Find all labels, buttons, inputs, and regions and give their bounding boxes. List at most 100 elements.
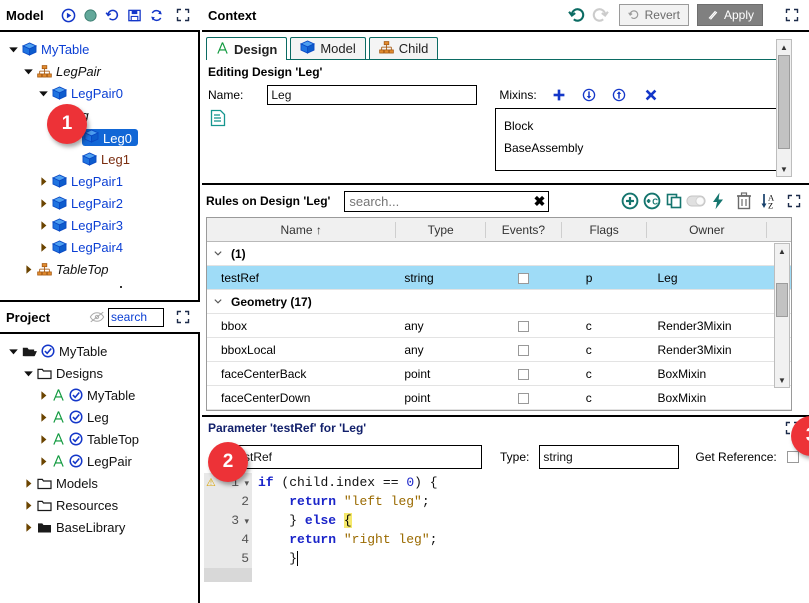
checkbox[interactable] [518,272,530,284]
checkbox[interactable] [518,344,530,356]
context-tabs[interactable]: Design Model Child [206,36,776,60]
model-tree-item-legpair2[interactable]: LegPair2 [0,192,198,214]
fold-toggle-icon[interactable]: ▾ [239,479,249,489]
mixin-item[interactable]: BaseAssembly [504,137,771,159]
project-tree-item-legpair[interactable]: LegPair [0,450,198,472]
selected-tree-item[interactable]: Leg0 [82,128,138,146]
chevron-right-icon[interactable] [36,196,50,210]
mixins-list[interactable]: Block BaseAssembly [495,108,780,171]
project-tree-item-leg[interactable]: Leg [0,406,198,428]
model-tree-item-legpair1[interactable]: LegPair1 [0,170,198,192]
sort-az-icon[interactable]: AZ [760,191,782,211]
scroll-up-arrow[interactable]: ▲ [775,244,789,258]
checkbox[interactable] [518,392,530,404]
clear-search-icon[interactable]: ✖ [534,193,546,209]
project-search-input[interactable] [108,307,164,327]
expand-icon[interactable] [173,5,193,25]
warning-icon[interactable]: ⚠ [206,478,216,490]
chevron-right-icon[interactable] [36,410,50,424]
rules-group-header[interactable]: (1) [207,242,791,266]
rule-events-checkbox[interactable] [486,266,562,290]
undo-icon[interactable] [568,5,588,25]
chevron-right-icon[interactable] [36,240,50,254]
code-line[interactable]: return "right leg"; [258,530,809,549]
table-row[interactable]: faceCenterBack point c BoxMixin [207,362,791,386]
move-down-icon[interactable] [579,85,599,105]
rule-events-checkbox[interactable] [486,338,562,362]
chevron-down-icon[interactable] [213,295,223,309]
rules-search-input[interactable] [344,190,550,212]
scroll-thumb[interactable] [776,283,788,317]
checkbox[interactable] [518,320,530,332]
scroll-thumb[interactable] [778,55,790,149]
toggle-icon[interactable] [686,191,706,211]
rules-scrollbar[interactable]: ▲ ▼ [774,243,790,388]
duplicate-rule-icon[interactable] [664,191,684,211]
column-header-type[interactable]: Type [396,221,487,238]
parameter-name-input[interactable] [230,445,482,469]
rules-search[interactable]: ✖ [344,190,550,212]
chevron-down-icon[interactable] [213,247,223,261]
model-tree-item-legpair0[interactable]: LegPair0 [0,82,198,104]
chevron-right-icon[interactable] [21,520,35,534]
project-tree-item-tabletop[interactable]: TableTop [0,428,198,450]
code-line[interactable]: } [258,549,809,568]
model-tree-item-legpair[interactable]: LegPair [0,60,198,82]
model-tree-item-mytable[interactable]: MyTable [0,38,198,60]
tab-child[interactable]: Child [368,37,439,59]
expand-icon[interactable] [782,5,802,25]
code-line[interactable]: if (child.index == 0) { [258,473,809,492]
evaluate-icon[interactable] [708,191,728,211]
checkbox[interactable] [518,368,530,380]
remove-mixin-icon[interactable] [641,85,661,105]
chevron-right-icon[interactable] [21,498,35,512]
model-tree-item-legpair4[interactable]: LegPair4 [0,236,198,258]
expand-icon[interactable] [173,307,193,327]
rule-events-checkbox[interactable] [486,362,562,386]
table-row[interactable]: bboxLocal any c Render3Mixin [207,338,791,362]
apply-button[interactable]: Apply [696,4,763,26]
rules-table[interactable]: Name ↑ Type Events? Flags Owner (1) testR… [206,217,792,411]
project-tree[interactable]: MyTable Designs MyTable Leg TableTop LegPair M… [0,334,198,603]
chevron-right-icon[interactable] [36,174,50,188]
chevron-down-icon[interactable] [6,42,20,56]
code-editor[interactable]: ⚠ 1 ▾ 2 3 ▾ 4 5 if (child.index == 0) { retur… [204,473,809,582]
chevron-right-icon[interactable] [36,454,50,468]
model-tree-item-leg[interactable]: Leg [0,104,198,126]
chevron-down-icon[interactable] [36,86,50,100]
tab-design[interactable]: Design [206,37,288,60]
rules-table-body[interactable]: (1) testRef string p Leg Geometry (17) bbox any… [207,242,791,410]
rule-events-checkbox[interactable] [486,314,562,338]
tab-model[interactable]: Model [290,37,366,59]
get-reference-checkbox[interactable] [786,451,799,463]
column-header-name[interactable]: Name ↑ [207,221,397,238]
project-tree-item-designs[interactable]: Designs [0,362,198,384]
refresh-icon[interactable] [147,5,167,25]
code-line[interactable]: return "left leg"; [258,492,809,511]
model-tree-item-leg0[interactable]: Leg0 [0,126,198,148]
document-icon[interactable] [209,108,227,128]
code-line[interactable]: } else { [258,511,809,530]
save-icon[interactable] [125,5,145,25]
model-tree[interactable]: MyTable LegPair LegPair0 Leg Leg0 Leg1 LegPair… [0,32,198,298]
model-tree-item-leg1[interactable]: Leg1 [0,148,198,170]
add-mixin-icon[interactable] [549,85,569,105]
chevron-down-icon[interactable] [21,366,35,380]
rules-group-header[interactable]: Geometry (17) [207,290,791,314]
fold-toggle-icon[interactable]: ▾ [239,517,249,527]
delete-rule-icon[interactable] [734,191,754,211]
chevron-right-icon[interactable] [21,262,35,276]
rule-events-checkbox[interactable] [486,386,562,410]
project-tree-item-baselibrary[interactable]: BaseLibrary [0,516,198,538]
chevron-down-icon[interactable] [21,64,35,78]
status-dot-icon[interactable] [81,5,101,25]
code-text-area[interactable]: if (child.index == 0) { return "left leg… [252,473,809,582]
scroll-down-arrow[interactable]: ▼ [777,162,791,176]
run-icon[interactable] [59,5,79,25]
project-tree-item-models[interactable]: Models [0,472,198,494]
table-row[interactable]: testRef string p Leg [207,266,791,290]
project-tree-item-mytable[interactable]: MyTable [0,384,198,406]
history-icon[interactable] [103,5,123,25]
project-tree-item-mytable[interactable]: MyTable [0,340,198,362]
model-tree-item-legpair3[interactable]: LegPair3 [0,214,198,236]
